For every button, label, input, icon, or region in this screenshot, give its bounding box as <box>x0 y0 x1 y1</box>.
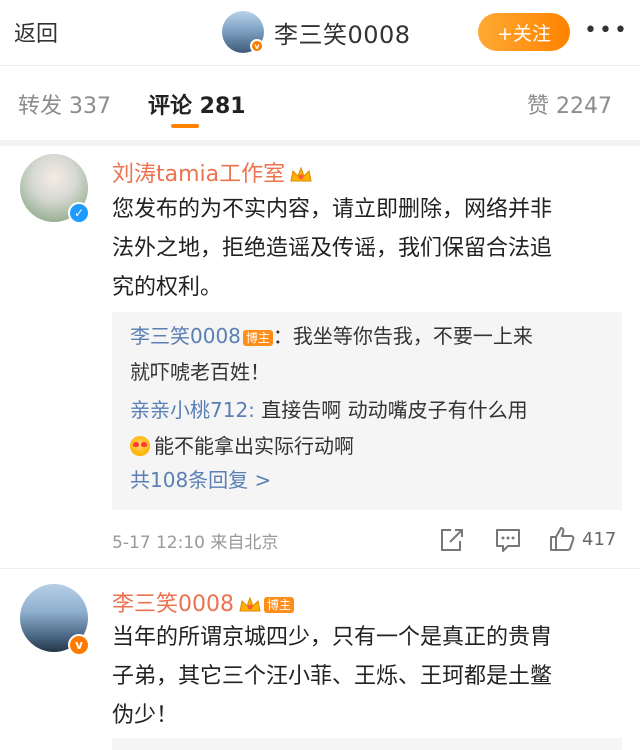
header-user[interactable]: v 李三笑0008 <box>222 10 411 54</box>
reply-box[interactable] <box>112 738 622 750</box>
crown-icon <box>290 166 312 182</box>
verified-icon: ✓ <box>68 202 90 224</box>
comment-text: 您发布的为不实内容，请立即删除，网络并非 法外之地，拒绝造谣及传谣，我们保留合法… <box>112 197 553 300</box>
verified-icon: v <box>250 39 264 53</box>
emoji-icon <box>130 436 150 456</box>
like-button[interactable]: 417 <box>548 524 616 554</box>
like-icon <box>550 527 575 551</box>
comment-author[interactable]: 刘涛tamia工作室 <box>112 156 313 188</box>
active-tab-indicator <box>171 124 199 128</box>
more-replies-link[interactable]: 共108条回复 > <box>130 464 271 493</box>
reply-item[interactable]: 李三笑0008 博主 ：我坐等你告我，不要一上来 就吓唬老百姓！ <box>130 318 610 390</box>
verified-icon: v <box>68 634 90 656</box>
tab-bar: 转发 337 评论 281 赞 2247 <box>0 66 640 140</box>
reply-item[interactable]: 亲亲小桃712: 直接告啊 动动嘴皮子有什么用 能不能拿出实际行动啊 <box>130 392 610 464</box>
like-count: 417 <box>582 528 617 550</box>
more-options-button[interactable]: ••• <box>584 18 629 43</box>
crown-icon <box>239 596 261 612</box>
follow-button[interactable]: +关注 <box>478 13 570 51</box>
comment-author[interactable]: 李三笑0008 博主 <box>112 586 295 618</box>
header-avatar[interactable]: v <box>222 11 264 53</box>
author-tag: 博主 <box>242 329 273 346</box>
comment-meta: 5-17 12:10 来自北京 <box>112 533 279 553</box>
divider <box>0 140 640 146</box>
header-user-name[interactable]: 李三笑0008 <box>274 15 411 50</box>
tab-repost[interactable]: 转发 337 <box>18 88 111 120</box>
tab-comment[interactable]: 评论 281 <box>148 88 246 120</box>
back-button[interactable]: 返回 <box>14 16 58 48</box>
comment-text: 当年的所谓京城四少，只有一个是真正的贵胄 子弟，其它三个汪小菲、王烁、王珂都是土… <box>112 625 553 728</box>
comment-icon[interactable] <box>494 524 522 554</box>
share-icon[interactable] <box>438 524 464 554</box>
reply-box[interactable]: 李三笑0008 博主 ：我坐等你告我，不要一上来 就吓唬老百姓！ 亲亲小桃712: … <box>112 312 622 510</box>
top-bar: 返回 v 李三笑0008 +关注 ••• <box>0 0 640 66</box>
tab-like[interactable]: 赞 2247 <box>527 88 612 120</box>
author-tag: 博主 <box>264 597 295 613</box>
divider <box>0 568 640 569</box>
